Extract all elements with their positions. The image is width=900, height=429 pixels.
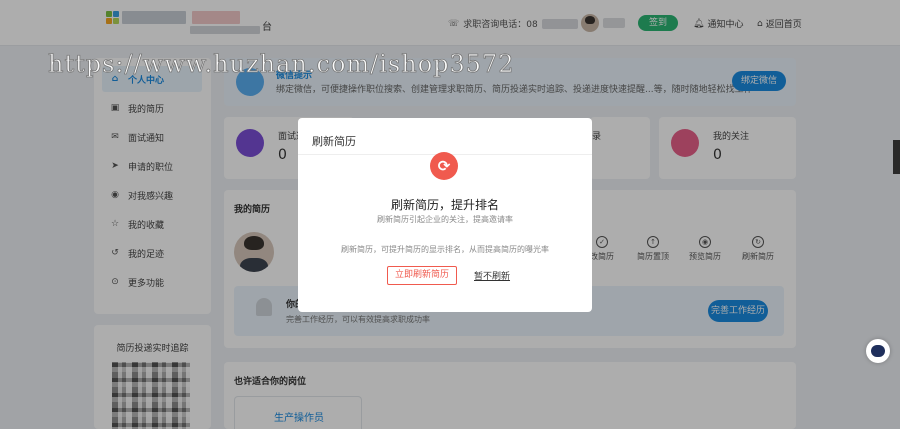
dialog-subline: 刷新简历引起企业的关注，提高邀请率 [377,215,513,224]
dialog-title: 刷新简历 [312,135,356,148]
dialog-headline: 刷新简历，提升排名 [390,198,499,212]
chat-bot-icon[interactable] [866,339,890,363]
not-now-link[interactable]: 暂不刷新 [474,269,510,282]
refresh-now-button[interactable]: 立即刷新简历 [387,266,457,285]
refresh-resume-dialog: 刷新简历 ⟳ 刷新简历，提升排名 刷新简历引起企业的关注，提高邀请率 刷新简历，… [298,118,592,312]
watermark-text: https://www.huzhan.com/ishop3572 [48,50,515,79]
dialog-description: 刷新简历，可提升简历的显示排名，从而提高简历的曝光率 [341,245,549,254]
refresh-icon: ⟳ [430,152,458,180]
